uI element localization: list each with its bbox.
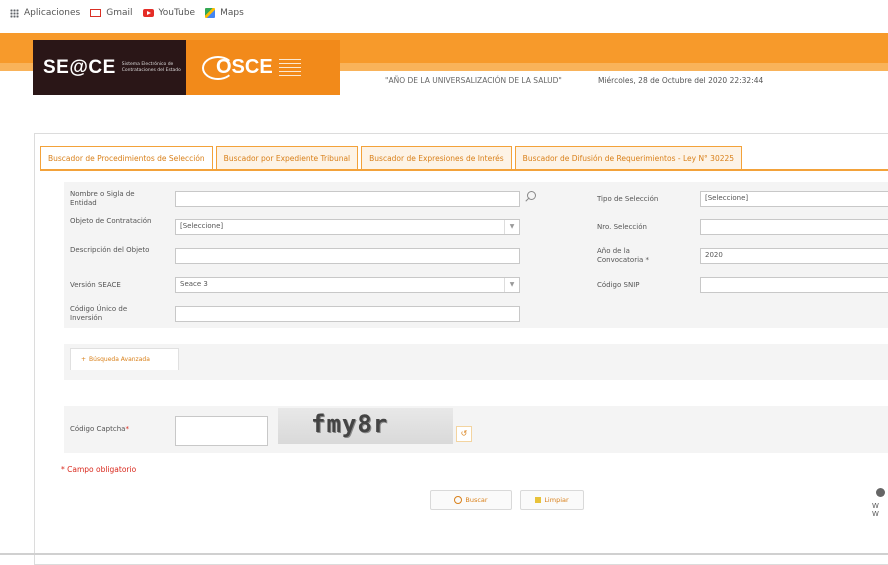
advanced-search-toggle[interactable]: + Búsqueda Avanzada	[70, 348, 179, 370]
gmail-icon	[90, 9, 102, 17]
version-seace-select[interactable]: Seace 3 ▼	[175, 277, 520, 293]
tab-expresiones-interes[interactable]: Buscador de Expresiones de Interés	[361, 146, 512, 170]
captcha-input[interactable]	[175, 416, 268, 446]
help-circle-icon	[876, 488, 885, 497]
required-mark: *	[125, 425, 129, 433]
advanced-search-area	[64, 344, 888, 380]
anio-convocatoria-select[interactable]: 2020	[700, 248, 888, 264]
clear-button[interactable]: Limpiar	[520, 490, 584, 510]
year-motto: "AÑO DE LA UNIVERSALIZACIÓN DE LA SALUD"	[385, 76, 562, 85]
codigo-snip-label: Código SNIP	[597, 281, 640, 289]
tab-difusion-requerimientos[interactable]: Buscador de Difusión de Requerimientos -…	[514, 146, 743, 170]
eraser-icon	[535, 497, 542, 503]
captcha-label-text: Código Captcha	[70, 425, 126, 433]
descripcion-label: Descripción del Objeto	[70, 246, 150, 254]
side-help-widget[interactable]: W W	[872, 488, 888, 538]
bookmark-label: Maps	[220, 8, 244, 18]
tab-procedimientos[interactable]: Buscador de Procedimientos de Selección	[40, 146, 213, 170]
bookmark-gmail[interactable]: Gmail	[90, 8, 133, 18]
bookmark-label: Gmail	[106, 8, 133, 18]
seace-logo-text: SE@CE	[43, 56, 116, 78]
advanced-search-label: Búsqueda Avanzada	[89, 356, 150, 363]
tipo-seleccion-label: Tipo de Selección	[597, 195, 659, 203]
bookmark-apps[interactable]: Aplicaciones	[10, 8, 80, 18]
objeto-contratacion-value: [Seleccione]	[180, 222, 224, 230]
tipo-seleccion-select[interactable]: [Seleccione]	[700, 191, 888, 207]
chevron-down-icon: ▼	[504, 220, 519, 234]
nro-seleccion-label: Nro. Selección	[597, 223, 647, 231]
search-icon[interactable]	[524, 191, 536, 203]
nro-seleccion-input[interactable]	[700, 219, 888, 235]
tab-expediente-tribunal[interactable]: Buscador por Expediente Tribunal	[215, 146, 359, 170]
anio-convocatoria-label: Año de la Convocatoria *	[597, 247, 650, 264]
bookmarks-bar: Aplicaciones Gmail YouTube Maps	[0, 0, 888, 26]
version-seace-value: Seace 3	[180, 280, 208, 288]
version-seace-label: Versión SEACE	[70, 281, 121, 289]
captcha-label: Código Captcha*	[70, 425, 129, 433]
entity-label: Nombre o Sigla de Entidad	[70, 190, 135, 207]
search-button-label: Buscar	[465, 496, 488, 504]
maps-icon	[205, 8, 216, 18]
clear-button-label: Limpiar	[544, 496, 569, 504]
captcha-image-text: fmy8r	[311, 410, 389, 438]
codigo-inversion-label: Código Único de Inversión	[70, 305, 128, 322]
seace-logo[interactable]: SE@CE Sistema Electrónico de Contratacio…	[33, 40, 186, 95]
bookmark-label: YouTube	[158, 8, 196, 18]
osce-logo-text: OSCE	[216, 56, 273, 78]
seace-logo-subtitle: Sistema Electrónico de Contrataciones de…	[121, 61, 181, 73]
osce-logo[interactable]: OSCE	[186, 40, 340, 95]
objeto-contratacion-select[interactable]: [Seleccione] ▼	[175, 219, 520, 235]
codigo-snip-input[interactable]	[700, 277, 888, 293]
side-widget-line: W	[872, 510, 879, 518]
tab-underline	[40, 169, 888, 171]
apps-icon	[10, 8, 19, 18]
search-tabs: Buscador de Procedimientos de Selección …	[40, 146, 888, 170]
youtube-icon	[142, 9, 154, 17]
bookmark-youtube[interactable]: YouTube	[142, 8, 196, 18]
side-widget-line: W	[872, 502, 879, 510]
objeto-contratacion-label: Objeto de Contratación	[70, 217, 152, 225]
entity-input[interactable]	[175, 191, 520, 207]
chevron-down-icon: ▼	[504, 278, 519, 292]
bookmark-label: Aplicaciones	[24, 8, 81, 18]
descripcion-input[interactable]	[175, 248, 520, 264]
bookmark-maps[interactable]: Maps	[205, 8, 244, 18]
current-datetime: Miércoles, 28 de Octubre del 2020 22:32:…	[598, 76, 764, 85]
required-note: * Campo obligatorio	[61, 465, 137, 474]
page-bottom-rule	[0, 553, 888, 555]
osce-lines-icon	[278, 58, 301, 77]
codigo-inversion-input[interactable]	[175, 306, 520, 322]
refresh-icon[interactable]: ↺	[456, 426, 472, 442]
search-button[interactable]: Buscar	[430, 490, 512, 510]
plus-icon: +	[81, 356, 87, 363]
captcha-image: fmy8r	[278, 408, 453, 444]
search-icon	[454, 496, 463, 504]
